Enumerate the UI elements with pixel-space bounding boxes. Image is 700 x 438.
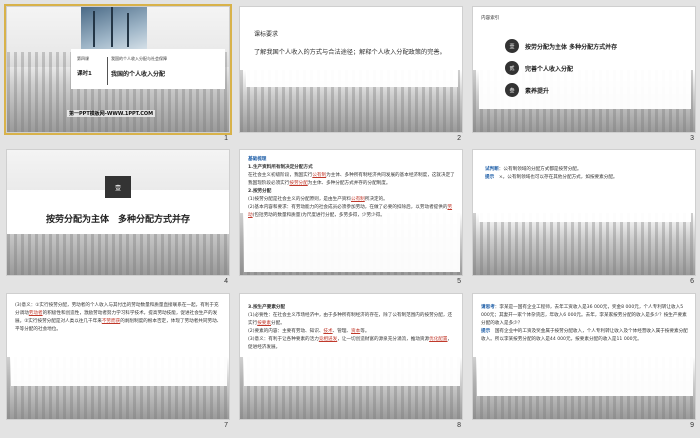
paragraph-3: (3)意义：有利于让各种要素的活力竞相迸发，让一切创造财富的源泉充分涌流，推动资… bbox=[248, 337, 453, 350]
content-text: (3)意义：①实行按劳分配，劳动者的个人收入与其付出的劳动数量和质量直接联系在一… bbox=[15, 303, 222, 332]
paragraph-1: 在社会主义初级阶段，我国实行公有制为主体、多种所有制经济共同发展的基本经济制度，… bbox=[248, 173, 455, 186]
badge-icon: 叁 bbox=[505, 83, 519, 97]
slide-thumbnail-5[interactable]: 基础梳理 1.生产资料所有制决定分配方式 在社会主义初级阶段，我国实行公有制为主… bbox=[239, 149, 463, 290]
slide-canvas[interactable]: 课标要求 了解我国个人收入的方式与合法途径；解释个人收入分配政策的完善。 bbox=[239, 6, 463, 133]
content-text: 3.按生产要素分配 (1)必要性：在社会主义市场经济中，由于多种所有制经济的存在… bbox=[248, 304, 456, 352]
slide-canvas[interactable]: (3)意义：①实行按劳分配，劳动者的个人收入与其付出的劳动数量和质量直接联系在一… bbox=[6, 293, 230, 420]
answer: 提示 ×。公有制领域也可以存在其他分配方式，如按要素分配。 bbox=[485, 175, 618, 180]
slide-canvas[interactable]: 请思考：李某是一国有企业工程师，去年工资收入是36 000元，奖金8 000元，… bbox=[472, 293, 696, 420]
paragraph-2: (2)要素的内容：主要有劳动、知识、技术、管理、资本等。 bbox=[248, 329, 370, 334]
series-label: 第四课 bbox=[77, 56, 89, 61]
point-heading-1: 1.生产资料所有制决定分配方式 bbox=[248, 165, 313, 170]
point-heading-2: 2.按劳分配 bbox=[248, 189, 272, 194]
cover-photo bbox=[81, 7, 147, 51]
index-item-1[interactable]: 壹 按劳分配为主体 多种分配方式并存 bbox=[505, 39, 617, 53]
slide-canvas[interactable]: 壹 按劳分配为主体 多种分配方式并存 bbox=[6, 149, 230, 276]
content-text: 试判断：公有制领域的分配方式都是按劳分配。 提示 ×。公有制领域也可以存在其他分… bbox=[485, 166, 685, 182]
slide-number: 9 bbox=[690, 422, 694, 429]
slide-thumbnail-8[interactable]: 3.按生产要素分配 (1)必要性：在社会主义市场经济中，由于多种所有制经济的存在… bbox=[239, 293, 463, 434]
paragraph-2: (1)按劳分配是社会主义的分配原则，是由生产资料公有制所决定的。 bbox=[248, 197, 388, 202]
answer: 提示 国有企业中的工资及奖金属于按劳分配收入，个人专利转让收入及个体经营收入属于… bbox=[481, 329, 688, 342]
lesson-label: 课时1 bbox=[77, 71, 92, 77]
slide-thumbnail-2[interactable]: 课标要求 了解我国个人收入的方式与合法途径；解释个人收入分配政策的完善。 2 bbox=[239, 6, 463, 147]
divider bbox=[107, 57, 108, 85]
slide-canvas[interactable]: 试判断：公有制领域的分配方式都是按劳分配。 提示 ×。公有制领域也可以存在其他分… bbox=[472, 149, 696, 276]
index-item-2[interactable]: 贰 完善个人收入分配 bbox=[505, 61, 573, 75]
slide-canvas[interactable]: 基础梳理 1.生产资料所有制决定分配方式 在社会主义初级阶段，我国实行公有制为主… bbox=[239, 149, 463, 276]
slide-number: 8 bbox=[457, 422, 461, 429]
requirement-label: 课标要求 bbox=[254, 31, 279, 38]
section-heading: 基础梳理 bbox=[248, 157, 267, 162]
slide-title: 我国的个人收入分配 bbox=[111, 71, 166, 78]
slide-thumbnail-9[interactable]: 请思考：李某是一国有企业工程师，去年工资收入是36 000元，奖金8 000元，… bbox=[472, 293, 696, 434]
index-label: 素养提升 bbox=[525, 87, 550, 95]
slide-thumbnail-3[interactable]: 内容索引 壹 按劳分配为主体 多种分配方式并存 贰 完善个人收入分配 叁 素养提… bbox=[472, 6, 696, 147]
question: 试判断：公有制领域的分配方式都是按劳分配。 bbox=[485, 167, 582, 172]
question: 请思考：李某是一国有企业工程师，去年工资收入是36 000元，奖金8 000元，… bbox=[481, 305, 687, 326]
slide-thumbnail-6[interactable]: 试判断：公有制领域的分配方式都是按劳分配。 提示 ×。公有制领域也可以存在其他分… bbox=[472, 149, 696, 290]
slide-canvas[interactable]: 内容索引 壹 按劳分配为主体 多种分配方式并存 贰 完善个人收入分配 叁 素养提… bbox=[472, 6, 696, 133]
slide-number: 2 bbox=[457, 135, 461, 142]
slide-sorter-grid: 第四课 我国的个人收入分配与社会保障 课时1 我国的个人收入分配 第一PPT模板… bbox=[4, 4, 696, 434]
index-heading: 内容索引 bbox=[481, 16, 500, 21]
point-heading: 3.按生产要素分配 bbox=[248, 305, 286, 310]
slide-number: 7 bbox=[224, 422, 228, 429]
section-badge: 壹 bbox=[105, 176, 131, 198]
slide-number: 5 bbox=[457, 278, 461, 285]
section-title: 按劳分配为主体 多种分配方式并存 bbox=[45, 215, 190, 225]
slide-number: 1 bbox=[224, 135, 228, 142]
requirement-text: 了解我国个人收入的方式与合法途径；解释个人收入分配政策的完善。 bbox=[254, 49, 446, 56]
index-label: 按劳分配为主体 多种分配方式并存 bbox=[525, 43, 618, 51]
slide-thumbnail-1[interactable]: 第四课 我国的个人收入分配与社会保障 课时1 我国的个人收入分配 第一PPT模板… bbox=[4, 4, 232, 147]
content-text: 基础梳理 1.生产资料所有制决定分配方式 在社会主义初级阶段，我国实行公有制为主… bbox=[248, 156, 456, 220]
logo-text: 第一PPT模板网-WWW.1PPT.COM bbox=[67, 110, 156, 117]
badge-icon: 壹 bbox=[505, 39, 519, 53]
badge-icon: 贰 bbox=[505, 61, 519, 75]
slide-canvas[interactable]: 第四课 我国的个人收入分配与社会保障 课时1 我国的个人收入分配 第一PPT模板… bbox=[4, 4, 232, 135]
slide-thumbnail-7[interactable]: (3)意义：①实行按劳分配，劳动者的个人收入与其付出的劳动数量和质量直接联系在一… bbox=[6, 293, 230, 434]
index-item-3[interactable]: 叁 素养提升 bbox=[505, 83, 549, 97]
subtitle: 我国的个人收入分配与社会保障 bbox=[111, 56, 167, 61]
slide-number: 3 bbox=[690, 135, 694, 142]
content-text: 请思考：李某是一国有企业工程师，去年工资收入是36 000元，奖金8 000元，… bbox=[481, 304, 689, 344]
index-label: 完善个人收入分配 bbox=[525, 65, 574, 73]
slide-canvas[interactable]: 3.按生产要素分配 (1)必要性：在社会主义市场经济中，由于多种所有制经济的存在… bbox=[239, 293, 463, 420]
slide-number: 4 bbox=[224, 278, 228, 285]
slide-number: 6 bbox=[690, 278, 694, 285]
paragraph-1: (1)必要性：在社会主义市场经济中，由于多种所有制经济的存在，除了公有制范围内的… bbox=[248, 313, 453, 326]
city-background bbox=[473, 213, 695, 275]
slide-thumbnail-4[interactable]: 壹 按劳分配为主体 多种分配方式并存 4 bbox=[6, 149, 230, 290]
paragraph-3: (2)基本内容和要求：有劳动能力的社会成员必须参加劳动，在做了必要的扣除后，以劳… bbox=[248, 205, 453, 218]
